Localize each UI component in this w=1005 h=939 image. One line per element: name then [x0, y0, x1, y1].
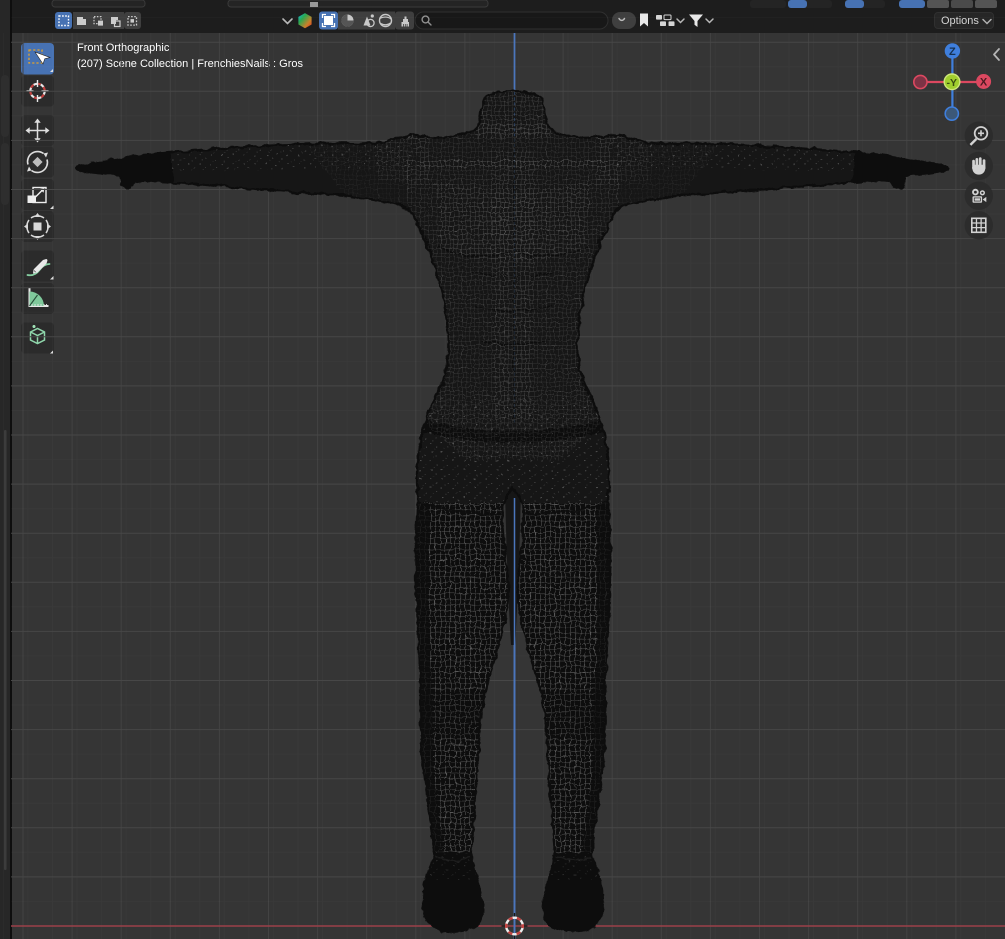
svg-text:Z: Z [949, 46, 956, 58]
svg-text:-Y: -Y [947, 77, 958, 89]
svg-text:X: X [980, 77, 988, 89]
